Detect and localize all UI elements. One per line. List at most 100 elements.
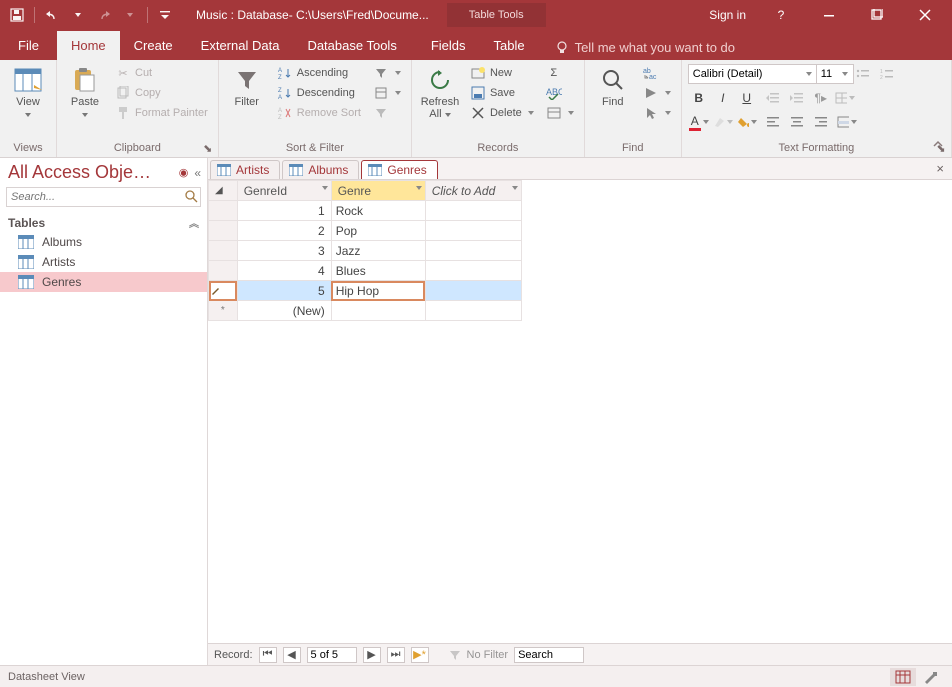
tab-table[interactable]: Table: [480, 31, 539, 60]
record-position-input[interactable]: [307, 647, 357, 663]
cell-empty[interactable]: [425, 221, 521, 241]
clipboard-dialog-launcher-icon[interactable]: ⬊: [202, 142, 214, 154]
font-color-button[interactable]: A: [688, 112, 710, 132]
view-button[interactable]: View: [6, 64, 50, 120]
datasheet[interactable]: ◢ GenreId Genre Click to Add 1Rock2Pop3J…: [208, 180, 952, 643]
toggle-filter-button[interactable]: [369, 104, 405, 122]
tab-fields[interactable]: Fields: [417, 31, 480, 60]
record-search-input[interactable]: [514, 647, 584, 663]
object-tab-genres[interactable]: Genres: [361, 160, 437, 179]
cell-genre[interactable]: Hip Hop: [331, 281, 425, 301]
design-view-toggle-icon[interactable]: [918, 668, 944, 686]
collapse-ribbon-icon[interactable]: [930, 137, 946, 153]
row-selector[interactable]: [209, 201, 238, 221]
tab-external-data[interactable]: External Data: [187, 31, 294, 60]
collapse-group-icon[interactable]: ︽: [189, 215, 199, 230]
paste-button[interactable]: Paste: [63, 64, 107, 120]
numbering-icon[interactable]: 12: [876, 64, 898, 84]
click-to-add-column[interactable]: Click to Add: [425, 181, 521, 201]
row-selector[interactable]: [209, 241, 238, 261]
cell-empty[interactable]: [331, 301, 425, 321]
advanced-filter-button[interactable]: [369, 84, 405, 102]
nav-item-artists[interactable]: Artists: [0, 252, 207, 272]
cell-empty[interactable]: [425, 281, 521, 301]
close-tab-icon[interactable]: ×: [936, 161, 944, 176]
select-button[interactable]: [639, 104, 675, 122]
italic-button[interactable]: I: [712, 88, 734, 108]
cell-empty[interactable]: [425, 201, 521, 221]
table-row[interactable]: 4Blues: [209, 261, 522, 281]
save-icon[interactable]: [6, 4, 28, 26]
ltr-icon[interactable]: ¶▸: [810, 88, 832, 108]
cell-genre[interactable]: Jazz: [331, 241, 425, 261]
align-left-icon[interactable]: [762, 112, 784, 132]
datasheet-view-toggle-icon[interactable]: [890, 668, 916, 686]
highlight-button[interactable]: [712, 112, 734, 132]
delete-record-button[interactable]: Delete: [466, 104, 538, 122]
tell-me-search[interactable]: Tell me what you want to do: [549, 35, 741, 60]
new-record-nav-icon[interactable]: ▶*: [411, 647, 429, 663]
replace-button[interactable]: abac: [639, 64, 675, 82]
cell-genre[interactable]: Blues: [331, 261, 425, 281]
undo-more-icon[interactable]: [67, 4, 89, 26]
next-record-icon[interactable]: ▶: [363, 647, 381, 663]
cell-empty[interactable]: [425, 241, 521, 261]
help-icon[interactable]: ?: [758, 0, 804, 30]
decrease-indent-icon[interactable]: [762, 88, 784, 108]
increase-indent-icon[interactable]: [786, 88, 808, 108]
align-right-icon[interactable]: [810, 112, 832, 132]
find-button[interactable]: Find: [591, 64, 635, 108]
nav-collapse-icon[interactable]: «: [194, 166, 201, 180]
undo-icon[interactable]: [41, 4, 63, 26]
close-icon[interactable]: [902, 0, 948, 30]
bullets-icon[interactable]: [852, 64, 874, 84]
table-row[interactable]: 1Rock: [209, 201, 522, 221]
nav-menu-icon[interactable]: ◉: [179, 166, 189, 179]
align-center-icon[interactable]: [786, 112, 808, 132]
tab-create[interactable]: Create: [120, 31, 187, 60]
object-tab-artists[interactable]: Artists: [210, 160, 280, 179]
select-all-cell[interactable]: ◢: [209, 181, 238, 201]
totals-button[interactable]: Σ: [542, 64, 578, 82]
prev-record-icon[interactable]: ◀: [283, 647, 301, 663]
row-selector-new[interactable]: *: [209, 301, 238, 321]
cell-genreid[interactable]: 1: [237, 201, 331, 221]
cell-genre[interactable]: Pop: [331, 221, 425, 241]
new-record-button[interactable]: New: [466, 64, 538, 82]
cell-genreid[interactable]: 2: [237, 221, 331, 241]
row-selector[interactable]: [209, 221, 238, 241]
nav-item-genres[interactable]: Genres: [0, 272, 207, 292]
redo-icon[interactable]: [93, 4, 115, 26]
cut-button[interactable]: ✂Cut: [111, 64, 212, 82]
goto-button[interactable]: [639, 84, 675, 102]
nav-item-albums[interactable]: Albums: [0, 232, 207, 252]
maximize-icon[interactable]: [854, 0, 900, 30]
sign-in-link[interactable]: Sign in: [699, 8, 756, 22]
nav-title[interactable]: All Access Obje…: [8, 162, 173, 183]
font-name-dropdown-icon[interactable]: [806, 72, 812, 76]
descending-button[interactable]: ZADescending: [273, 84, 365, 102]
remove-sort-button[interactable]: AZRemove Sort: [273, 104, 365, 122]
font-size-dropdown-icon[interactable]: [842, 72, 848, 76]
row-selector[interactable]: [209, 261, 238, 281]
column-header-genreid[interactable]: GenreId: [237, 181, 331, 201]
tab-home[interactable]: Home: [57, 31, 120, 60]
format-painter-button[interactable]: Format Painter: [111, 104, 212, 122]
filter-button[interactable]: Filter: [225, 64, 269, 108]
save-record-button[interactable]: Save: [466, 84, 538, 102]
first-record-icon[interactable]: ⏮: [259, 647, 277, 663]
bold-button[interactable]: B: [688, 88, 710, 108]
customize-qat-icon[interactable]: [154, 4, 176, 26]
nav-search-input[interactable]: [6, 187, 201, 207]
tab-file[interactable]: File: [0, 31, 57, 60]
filter-indicator-icon[interactable]: [449, 649, 461, 661]
copy-button[interactable]: Copy: [111, 84, 212, 102]
spelling-button[interactable]: ABC: [542, 84, 578, 102]
cell-genreid[interactable]: 4: [237, 261, 331, 281]
table-row[interactable]: 3Jazz: [209, 241, 522, 261]
font-name-input[interactable]: [688, 64, 818, 84]
font-size-input[interactable]: [816, 64, 854, 84]
new-record-row[interactable]: *(New): [209, 301, 522, 321]
selection-filter-button[interactable]: [369, 64, 405, 82]
tab-database-tools[interactable]: Database Tools: [293, 31, 410, 60]
